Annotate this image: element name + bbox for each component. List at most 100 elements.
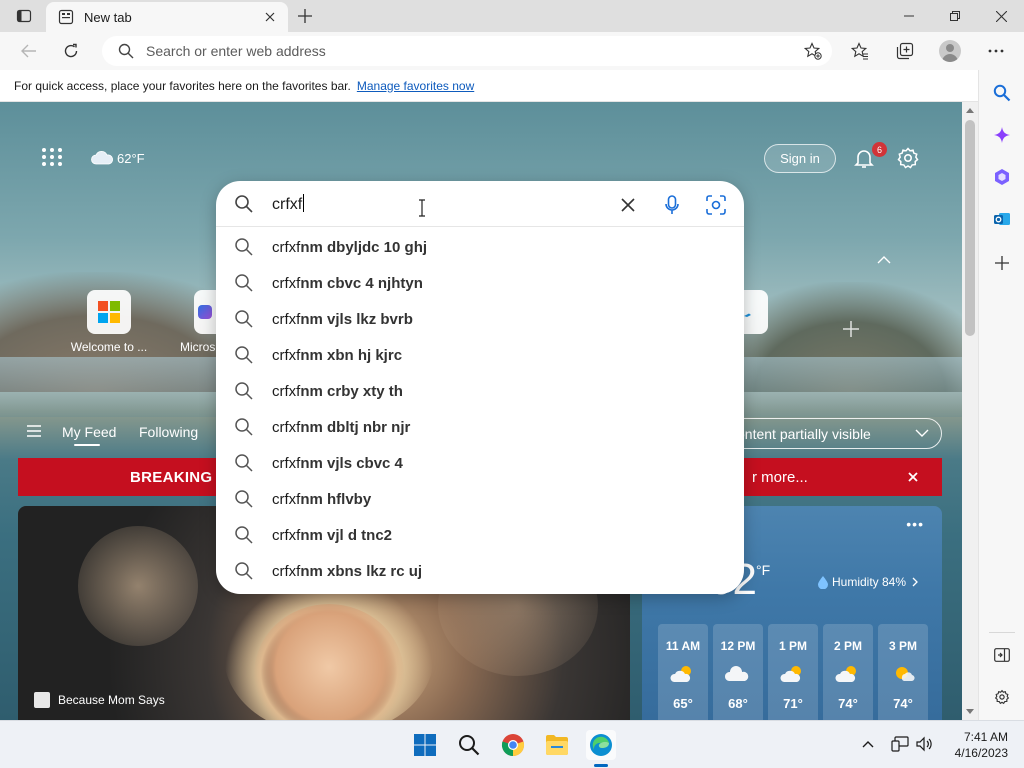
new-tab-button[interactable] [292,4,318,28]
sidebar-office-icon[interactable] [989,164,1015,190]
tab-my-feed[interactable]: My Feed [62,424,116,440]
microsoft-logo-icon [87,290,131,334]
manage-favorites-link[interactable]: Manage favorites now [357,79,474,93]
search-icon [235,490,253,508]
add-favorite-star-icon[interactable] [798,36,828,66]
breaking-more-link[interactable]: r more... [752,469,808,486]
page-settings-gear-icon[interactable] [896,146,920,170]
more-options-icon[interactable] [981,37,1011,65]
edge-browser-icon[interactable] [586,730,616,760]
search-suggestion[interactable]: crfxfnm crby xty th [216,373,744,409]
tab-actions-menu-icon[interactable] [12,6,36,26]
hamburger-menu-icon[interactable] [26,424,42,438]
tab-title: New tab [84,9,132,25]
humidity-readout[interactable]: Humidity 84% [818,575,918,589]
hourly-forecast: 11 AM 65° 12 PM 68° 1 PM 71° 2 PM 74° 3 … [658,624,928,720]
search-suggestion[interactable]: crfxfnm vjl d tnc2 [216,517,744,553]
search-icon [235,195,253,213]
search-icon [235,238,253,256]
search-icon [235,346,253,364]
quick-link-microsoft[interactable]: Micros [166,290,216,354]
hourly-item: 1 PM 71° [768,624,818,720]
search-suggestion[interactable]: crfxfnm vjls cbvc 4 [216,445,744,481]
search-icon [118,43,134,59]
sidebar-hide-icon[interactable] [989,642,1015,668]
partly-sunny-icon [835,666,856,682]
more-options-icon[interactable]: ••• [906,516,924,532]
tab-new-tab[interactable]: New tab [46,2,288,32]
weather-chip[interactable]: 62°F [90,147,145,169]
search-suggestion[interactable]: crfxfnm dbltj nbr njr [216,409,744,445]
search-suggestion[interactable]: crfxfnm vjls lkz bvrb [216,301,744,337]
search-suggestions-dropdown: crfxf crfxfnm dbyljdc 10 ghj crfxfnm cbv… [216,181,744,594]
sign-in-button[interactable]: Sign in [764,144,836,173]
publisher-logo-icon [34,692,50,708]
restore-button[interactable] [932,0,978,32]
sidebar-copilot-sparkle-icon[interactable] [989,122,1015,148]
search-suggestion[interactable]: crfxfnm cbvc 4 njhtyn [216,265,744,301]
search-suggestion[interactable]: crfxfnm xbns lkz rc uj [216,553,744,589]
weather-temperature: 62°F [117,150,145,166]
collections-icon[interactable] [890,37,920,65]
visual-search-icon[interactable] [704,193,728,217]
quick-link-label: Micros [180,340,216,354]
sidebar-add-icon[interactable] [989,250,1015,276]
search-suggestion[interactable]: crfxfnm hflvby [216,481,744,517]
scroll-up-arrow-icon[interactable] [965,106,975,114]
favorites-bar: For quick access, place your favorites h… [0,70,978,102]
avatar [939,40,961,62]
search-icon [235,562,253,580]
close-icon[interactable] [906,470,920,484]
minimize-button[interactable] [886,0,932,32]
taskbar-search-icon[interactable] [454,730,484,760]
publisher-name: Because Mom Says [58,693,165,707]
tab-close-icon[interactable] [258,5,282,29]
app-launcher-icon[interactable] [40,148,64,168]
favorites-icon[interactable] [845,37,875,65]
clock-date: 4/16/2023 [954,746,1008,760]
back-button[interactable] [14,37,44,65]
search-icon [235,526,253,544]
breaking-label: BREAKING [130,469,213,486]
chrome-icon[interactable] [498,730,528,760]
cloud-icon [91,151,114,165]
show-hidden-icons-chevron-up-icon[interactable] [858,734,878,754]
page-scrollbar[interactable] [962,102,978,720]
hourly-item: 2 PM 74° [823,624,873,720]
add-shortcut-plus-icon[interactable] [840,318,862,340]
tab-following[interactable]: Following [139,424,198,440]
network-icon[interactable] [890,734,910,754]
quick-link-label: Welcome to ... [70,340,148,354]
scrollbar-thumb[interactable] [965,120,975,336]
sidebar-outlook-icon[interactable] [989,206,1015,232]
chevron-up-icon[interactable] [876,254,892,266]
cloudy-icon [724,666,749,681]
sidebar-search-icon[interactable] [989,80,1015,106]
address-bar[interactable]: Search or enter web address [102,36,832,66]
file-explorer-icon[interactable] [542,730,572,760]
windows-start-icon[interactable] [410,730,440,760]
system-clock[interactable]: 7:41 AM 4/16/2023 [946,729,1008,761]
search-box[interactable]: crfxf [216,181,744,227]
chevron-down-icon [915,429,929,437]
partly-sunny-icon [780,666,801,682]
sunny-icon [896,667,915,682]
search-input[interactable]: crfxf [272,194,305,214]
sidebar-settings-gear-icon[interactable] [989,684,1015,710]
scroll-down-arrow-icon[interactable] [965,708,975,716]
partly-sunny-icon [670,666,691,682]
close-window-button[interactable] [978,0,1024,32]
volume-icon[interactable] [914,734,934,754]
navigation-bar: Search or enter web address [0,32,1024,70]
search-suggestion[interactable]: crfxfnm dbyljdc 10 ghj [216,229,744,265]
active-tab-indicator [74,444,100,446]
clear-search-icon[interactable] [616,193,640,217]
quick-link-welcome[interactable]: Welcome to ... [64,290,154,354]
microphone-icon[interactable] [660,193,684,217]
hourly-item: 3 PM 74° [878,624,928,720]
text-cursor-icon [419,199,425,217]
search-icon [235,454,253,472]
search-suggestion[interactable]: crfxfnm xbn hj kjrc [216,337,744,373]
refresh-button[interactable] [56,37,86,65]
profile-button[interactable] [935,37,965,65]
